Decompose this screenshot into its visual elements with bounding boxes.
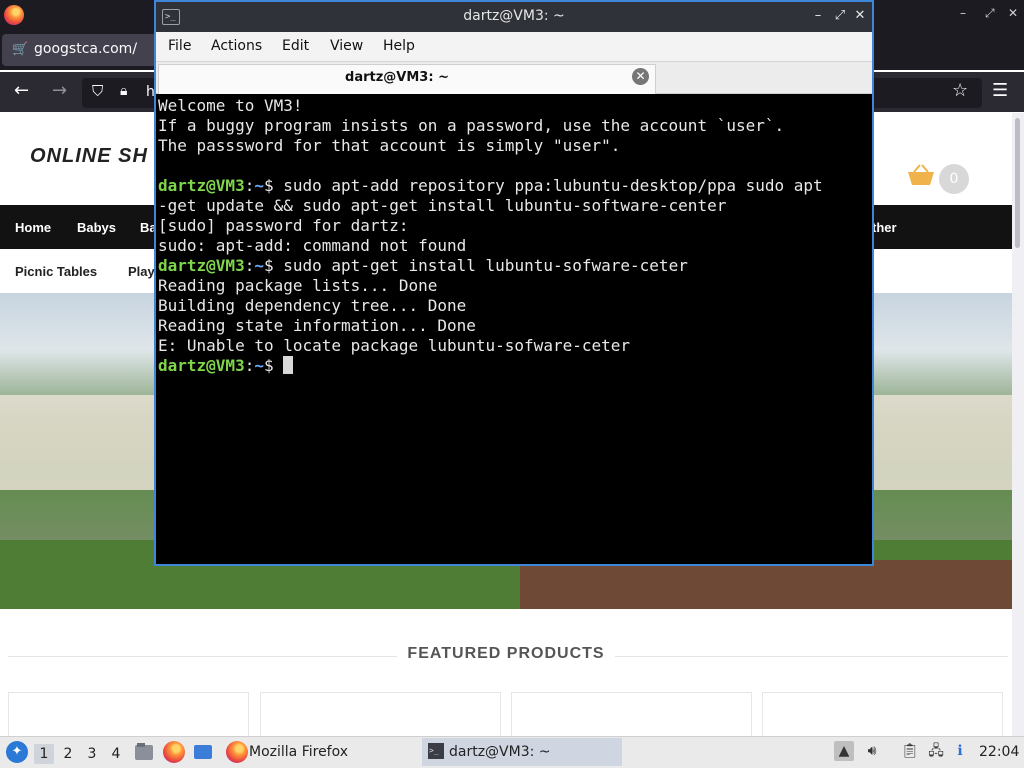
forward-icon[interactable]: → xyxy=(52,80,67,102)
page-scrollbar-thumb[interactable] xyxy=(1015,118,1020,248)
menu-view[interactable]: View xyxy=(330,38,363,54)
network-icon[interactable]: 🖧 xyxy=(926,741,946,761)
workspace-1[interactable]: 1 xyxy=(34,744,54,764)
prompt-dollar: $ xyxy=(263,256,284,275)
browser-tab-title: googstca.com/ xyxy=(34,41,138,57)
terminal-output[interactable]: Welcome to VM3! If a buggy program insist… xyxy=(158,96,870,562)
firefox-launcher-icon[interactable] xyxy=(163,741,185,763)
menu-edit[interactable]: Edit xyxy=(282,38,309,54)
prompt-user: dartz@VM3 xyxy=(158,256,245,275)
terminal-tab-title[interactable]: dartz@VM3: ~ xyxy=(158,70,636,85)
minimize-icon[interactable]: – xyxy=(810,8,826,24)
nav-item-play[interactable]: Play xyxy=(128,264,155,279)
product-card[interactable] xyxy=(260,692,501,736)
terminal-line: Reading state information... Done xyxy=(158,316,476,335)
browser-tab[interactable]: 🛒 googstca.com/ xyxy=(2,34,162,66)
prompt-user: dartz@VM3 xyxy=(158,176,245,195)
prompt-path: ~ xyxy=(254,256,264,275)
bookmark-star-icon[interactable]: ☆ xyxy=(952,80,968,102)
close-icon[interactable]: ✕ xyxy=(1008,6,1018,20)
minimize-icon[interactable]: – xyxy=(960,6,966,20)
terminal-line: The passsword for that account is simply… xyxy=(158,136,621,155)
shop-logo[interactable]: ONLINE SH xyxy=(30,145,148,168)
prompt-dollar: $ xyxy=(263,176,284,195)
product-card[interactable] xyxy=(762,692,1003,736)
featured-products-heading: FEATURED PRODUCTS xyxy=(0,645,1012,663)
terminal-line: Building dependency tree... Done xyxy=(158,296,467,315)
tab-close-icon[interactable]: ✕ xyxy=(632,68,649,85)
terminal-line: -get update && sudo apt-get install lubu… xyxy=(158,196,727,215)
workspace-4[interactable]: 4 xyxy=(106,744,126,764)
nav-item-babys[interactable]: Babys xyxy=(77,220,116,235)
lock-icon[interactable]: 🔒︎ xyxy=(120,80,127,102)
basket-icon[interactable] xyxy=(906,163,936,187)
cart-count-badge[interactable]: 0 xyxy=(939,164,969,194)
close-icon[interactable]: ✕ xyxy=(852,8,868,24)
terminal-menubar xyxy=(156,32,872,62)
maximize-icon[interactable]: ⤢ xyxy=(832,8,848,24)
command-text: sudo apt-get install lubuntu-sofware-cet… xyxy=(283,256,688,275)
prompt-dollar: $ xyxy=(263,356,284,375)
nav-item-other[interactable]: ther xyxy=(872,220,897,235)
menu-help[interactable]: Help xyxy=(383,38,415,54)
workspace-2[interactable]: 2 xyxy=(58,744,78,764)
shield-icon[interactable]: ⛉ xyxy=(92,80,103,102)
terminal-window: >_ dartz@VM3: ~ – ⤢ ✕ File Actions Edit … xyxy=(154,0,874,566)
update-notifier-icon[interactable]: ▲ xyxy=(834,741,854,761)
featured-products-label: FEATURED PRODUCTS xyxy=(397,645,615,662)
workspace-3[interactable]: 3 xyxy=(82,744,102,764)
nav-item-home[interactable]: Home xyxy=(15,220,51,235)
prompt-path: ~ xyxy=(254,176,264,195)
file-manager-icon[interactable] xyxy=(133,741,155,763)
maximize-icon[interactable]: ⤢ xyxy=(985,6,995,21)
prompt-path: ~ xyxy=(254,356,264,375)
terminal-line: Reading package lists... Done xyxy=(158,276,438,295)
prompt-separator: : xyxy=(244,356,255,375)
product-card[interactable] xyxy=(511,692,752,736)
show-desktop-icon[interactable] xyxy=(192,741,214,763)
prompt-user: dartz@VM3 xyxy=(158,356,245,375)
prompt-separator: : xyxy=(244,256,255,275)
cart-favicon-icon: 🛒 xyxy=(12,42,29,57)
clock[interactable]: 22:04 xyxy=(979,744,1019,760)
prompt-separator: : xyxy=(244,176,255,195)
notification-icon[interactable]: ℹ xyxy=(950,741,970,761)
menu-file[interactable]: File xyxy=(168,38,191,54)
terminal-line: If a buggy program insists on a password… xyxy=(158,116,785,135)
back-icon[interactable]: ← xyxy=(14,80,29,102)
command-text: sudo apt-add repository ppa:lubuntu-desk… xyxy=(283,176,823,195)
terminal-line: dartz@VM3:~$ xyxy=(158,356,870,376)
terminal-line: [sudo] password for dartz: xyxy=(158,216,409,235)
hamburger-menu-icon[interactable]: ☰ xyxy=(992,80,1008,102)
terminal-line: sudo: apt-add: command not found xyxy=(158,236,467,255)
product-card[interactable] xyxy=(8,692,249,736)
menu-actions[interactable]: Actions xyxy=(211,38,262,54)
terminal-line: E: Unable to locate package lubuntu-sofw… xyxy=(158,336,631,355)
taskbar-task-firefox-label: Mozilla Firefox xyxy=(249,744,349,760)
terminal-icon: >_ xyxy=(428,743,444,759)
text-cursor xyxy=(283,356,294,374)
taskbar-task-terminal-label: dartz@VM3: ~ xyxy=(449,744,551,760)
firefox-logo-icon xyxy=(4,5,24,25)
terminal-line: Welcome to VM3! xyxy=(158,96,303,115)
terminal-line: dartz@VM3:~$ sudo apt-get install lubunt… xyxy=(158,256,870,276)
start-menu-icon[interactable]: ✦ xyxy=(6,741,28,763)
nav-item-picnic-tables[interactable]: Picnic Tables xyxy=(15,264,97,279)
terminal-window-title: dartz@VM3: ~ xyxy=(463,8,565,24)
terminal-line: dartz@VM3:~$ sudo apt-add repository ppa… xyxy=(158,176,870,196)
firefox-icon xyxy=(226,741,248,763)
volume-icon[interactable]: 🔊︎ xyxy=(862,741,882,761)
hero-garden-bed xyxy=(520,560,1012,609)
clipboard-icon[interactable]: 📋︎ xyxy=(900,741,920,761)
